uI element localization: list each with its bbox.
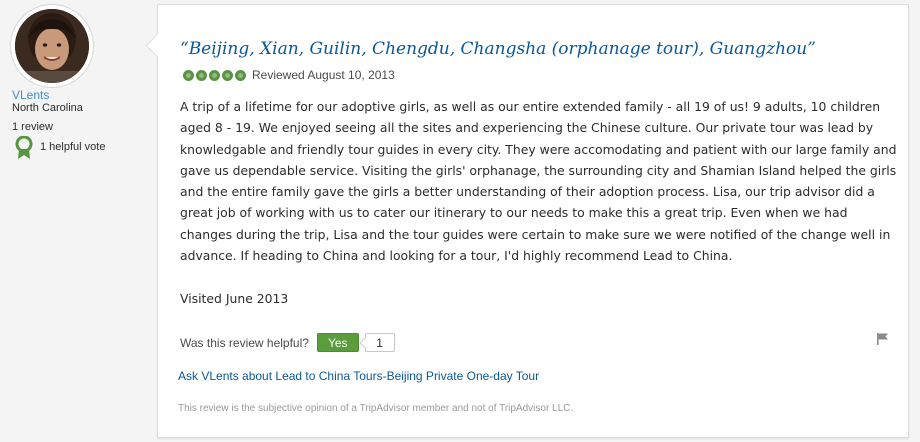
avatar-frame[interactable] [10, 4, 94, 88]
review-title[interactable]: “Beijing, Xian, Guilin, Chengdu, Changsh… [180, 39, 900, 59]
rating-bubble-icon [209, 69, 220, 81]
reviewer-name[interactable]: VLents [12, 88, 49, 102]
reviewer-sidebar: VLents North Carolina 1 review 1 helpful… [0, 0, 150, 442]
rating-bubble-icon [222, 69, 233, 81]
review-disclaimer: This review is the subjective opinion of… [178, 403, 574, 414]
review-body: A trip of a lifetime for our adoptive gi… [180, 99, 897, 264]
helpful-question: Was this review helpful? [180, 335, 309, 350]
reviewer-location: North Carolina [12, 102, 83, 114]
rating-bubble-icon [196, 69, 207, 81]
avatar[interactable] [15, 9, 89, 83]
flag-icon[interactable] [876, 332, 890, 351]
review-card: “Beijing, Xian, Guilin, Chengdu, Changsh… [145, 4, 909, 438]
helpful-yes-button[interactable]: Yes [316, 333, 359, 352]
ask-reviewer-link[interactable]: Ask VLents about Lead to China Tours-Bei… [178, 369, 539, 383]
reviewer-review-count: 1 review [12, 121, 53, 133]
rating-bubble-icon [183, 69, 194, 81]
reviewer-helpful-votes: 1 helpful vote [40, 141, 106, 153]
helpful-count-badge: 1 [364, 333, 395, 352]
rating-bubbles [183, 69, 246, 81]
helpful-row: Was this review helpful? Yes 1 [180, 333, 395, 352]
rating-bubble-icon [235, 69, 246, 81]
rating-row: Reviewed August 10, 2013 [183, 68, 395, 82]
review-date: Reviewed August 10, 2013 [252, 68, 395, 82]
helpful-count: 1 [376, 335, 383, 350]
visited-date: Visited June 2013 [180, 291, 289, 306]
helpful-votes-badge-icon [15, 135, 33, 165]
